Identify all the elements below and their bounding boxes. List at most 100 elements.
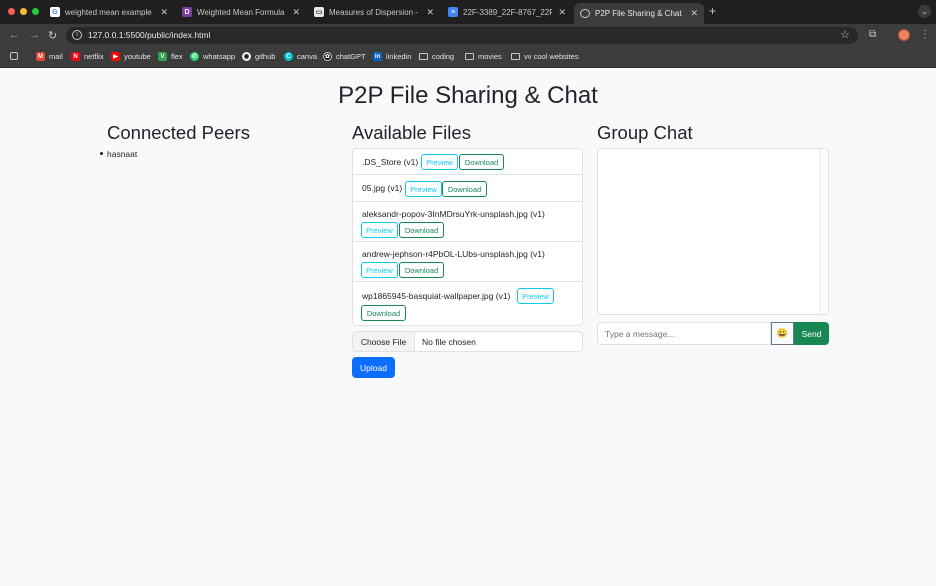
close-tab-icon[interactable]: ✕ — [292, 7, 300, 18]
linkedin-icon: in — [373, 52, 382, 61]
extensions-icon[interactable]: ⧉ — [869, 29, 876, 40]
peer-item: hasnaat — [100, 149, 137, 159]
close-window-icon[interactable] — [8, 8, 15, 15]
browser-tab-strip: G weighted mean example to s ✕ D Weighte… — [0, 0, 936, 24]
bookmark-label: canva — [297, 52, 318, 61]
google-icon: G — [50, 7, 60, 17]
bookmark-netflix[interactable]: Nnetflix — [71, 52, 104, 61]
file-item: andrew-jephson-r4PbOL-LUbs-unsplash.jpg … — [353, 242, 582, 282]
browser-toolbar: ← → ↻ i 127.0.0.1:5500/public/index.html… — [0, 24, 936, 47]
bookmark-linkedin[interactable]: in linkedin — [373, 52, 411, 61]
page-icon: ▭ — [314, 7, 324, 17]
tab-title: Weighted Mean Formula In St — [197, 7, 286, 17]
no-file-chosen-text: No file chosen — [422, 337, 476, 347]
tab-search-icon[interactable]: ⌄ — [918, 5, 931, 18]
chat-scrollbar[interactable] — [819, 149, 828, 314]
profile-avatar-icon[interactable] — [898, 29, 910, 41]
close-tab-icon[interactable]: ✕ — [160, 7, 168, 18]
browser-tab[interactable]: D Weighted Mean Formula In St ✕ — [176, 3, 306, 21]
emoji-button[interactable]: 😀 — [771, 322, 794, 345]
file-item: aleksandr-popov-3InMDrsuYrk-unsplash.jpg… — [353, 202, 582, 242]
globe-icon — [580, 9, 590, 18]
bookmark-star-icon[interactable]: ☆ — [840, 28, 850, 41]
netflix-icon: N — [71, 52, 80, 61]
bookmark-whatsapp[interactable]: ✆ whatsapp — [190, 52, 235, 61]
upload-button[interactable]: Upload — [352, 357, 395, 378]
address-bar[interactable]: i 127.0.0.1:5500/public/index.html ☆ — [66, 27, 858, 44]
tab-title: Measures of Dispersion - Def — [329, 7, 420, 17]
close-tab-icon[interactable]: ✕ — [558, 7, 566, 18]
file-input[interactable]: Choose File No file chosen — [352, 331, 583, 352]
bookmark-label: youtube — [124, 52, 151, 61]
close-tab-icon[interactable]: ✕ — [426, 7, 434, 18]
preview-button[interactable]: Preview — [405, 181, 442, 197]
file-name: andrew-jephson-r4PbOL-LUbs-unsplash.jpg … — [362, 249, 545, 259]
folder-icon — [511, 53, 520, 60]
bookmark-label: netflix — [84, 52, 104, 61]
browser-tab[interactable]: G weighted mean example to s ✕ — [44, 3, 174, 21]
menu-dots-icon[interactable]: ⋮ — [920, 29, 930, 40]
url-text: 127.0.0.1:5500/public/index.html — [88, 30, 211, 40]
file-name: .DS_Store (v1) — [362, 157, 419, 167]
file-item: 05.jpg (v1) Preview Download — [353, 175, 582, 202]
bookmark-youtube[interactable]: ▶ youtube — [111, 52, 151, 61]
bookmark-github[interactable]: ◉ github — [242, 52, 275, 61]
preview-button[interactable]: Preview — [421, 154, 458, 170]
close-tab-icon[interactable]: ✕ — [690, 8, 698, 19]
download-button[interactable]: Download — [399, 222, 444, 238]
connected-peers-heading: Connected Peers — [107, 122, 250, 143]
download-button[interactable]: Download — [399, 262, 444, 278]
download-button[interactable]: Download — [459, 154, 504, 170]
bookmark-chatgpt[interactable]: ✿ chatGPT — [323, 52, 366, 61]
new-tab-button[interactable]: + — [709, 4, 716, 18]
whatsapp-icon: ✆ — [190, 52, 199, 61]
browser-tab[interactable]: ▭ Measures of Dispersion - Def ✕ — [308, 3, 440, 21]
page-title: P2P File Sharing & Chat — [338, 82, 598, 109]
browser-tab[interactable]: ≡ 22F-3389_22F-8767_22F-8 ✕ — [442, 3, 572, 21]
canva-icon: C — [284, 52, 293, 61]
chat-messages-box[interactable] — [597, 148, 829, 315]
bookmark-flex[interactable]: Vflex — [158, 52, 183, 61]
preview-button[interactable]: Preview — [517, 288, 554, 304]
file-item: .DS_Store (v1) Preview Download — [353, 149, 582, 175]
preview-button[interactable]: Preview — [361, 222, 398, 238]
download-button[interactable]: Download — [361, 305, 406, 321]
chatgpt-icon: ✿ — [323, 52, 332, 61]
forward-icon[interactable]: → — [29, 29, 40, 41]
page-body: P2P File Sharing & Chat Connected Peers … — [0, 68, 936, 586]
bookmark-canva[interactable]: Ccanva — [284, 52, 317, 61]
folder-icon — [419, 53, 428, 60]
send-button[interactable]: Send — [794, 322, 829, 345]
bookmark-label: coding — [432, 52, 455, 61]
bookmark-label: movies — [478, 52, 502, 61]
available-files-heading: Available Files — [352, 122, 471, 143]
choose-file-button[interactable]: Choose File — [353, 332, 415, 351]
message-input[interactable]: Type a message... — [597, 322, 771, 345]
reload-icon[interactable]: ↻ — [48, 29, 57, 42]
bookmark-label: whatsapp — [203, 52, 236, 61]
preview-button[interactable]: Preview — [361, 262, 398, 278]
bookmark-label: github — [255, 52, 276, 61]
bookmark-folder-vv-cool-websites[interactable]: vv cool websites — [511, 52, 579, 61]
apps-grid-icon[interactable] — [10, 52, 22, 60]
file-list: .DS_Store (v1) Preview Download 05.jpg (… — [352, 148, 583, 326]
maximize-window-icon[interactable] — [32, 8, 39, 15]
bookmark-label: vv cool websites — [524, 52, 579, 61]
tab-title: weighted mean example to s — [65, 7, 154, 17]
bookmark-label: mail — [49, 52, 63, 61]
site-info-icon[interactable]: i — [72, 30, 82, 40]
tab-title: 22F-3389_22F-8767_22F-8 — [463, 7, 553, 17]
tab-title: P2P File Sharing & Chat — [595, 9, 682, 18]
bookmark-folder-coding[interactable]: coding — [419, 52, 454, 61]
browser-tab-active[interactable]: P2P File Sharing & Chat ✕ — [574, 3, 704, 24]
bookmark-folder-movies[interactable]: movies — [465, 52, 502, 61]
docs-icon: ≡ — [448, 7, 458, 17]
bookmark-label: flex — [171, 52, 183, 61]
gmail-icon: M — [36, 52, 45, 61]
minimize-window-icon[interactable] — [20, 8, 27, 15]
bookmark-mail[interactable]: Mmail — [36, 52, 63, 61]
download-button[interactable]: Download — [442, 181, 487, 197]
file-name: aleksandr-popov-3InMDrsuYrk-unsplash.jpg… — [362, 209, 545, 219]
back-icon[interactable]: ← — [9, 29, 20, 41]
file-name: 05.jpg (v1) — [362, 183, 403, 193]
